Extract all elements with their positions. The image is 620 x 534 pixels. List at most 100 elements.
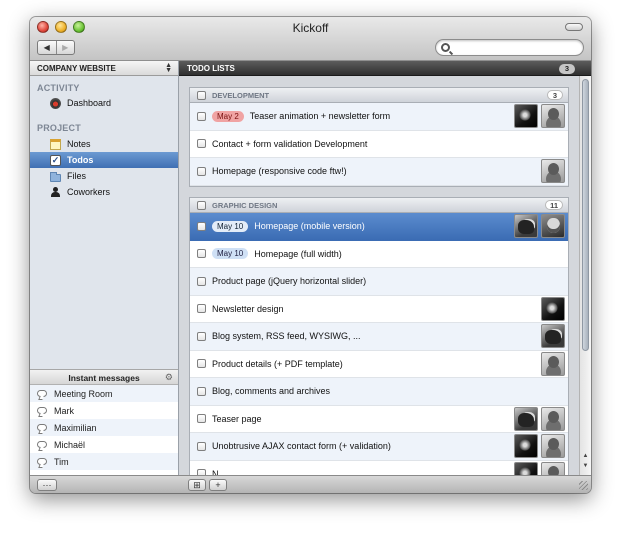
todo-row[interactable]: Product page (jQuery horizontal slider) (190, 268, 568, 296)
project-selector[interactable]: COMPANY WEBSITE ▲ ▼ (30, 61, 178, 76)
history-nav: ◀ ▶ (37, 40, 75, 55)
todo-row[interactable]: Newsletter design (190, 296, 568, 323)
im-contact[interactable]: Meeting Room (30, 385, 178, 402)
assignee-avatars (514, 214, 565, 238)
todo-row[interactable]: Contact + form validation Development (190, 131, 568, 158)
search-input[interactable] (454, 41, 579, 54)
resize-grip-icon[interactable] (579, 481, 588, 490)
titlebar: Kickoff ◀ ▶ (30, 17, 591, 61)
todo-list-header[interactable]: DEVELOPMENT 3 (190, 88, 568, 103)
notes-icon (50, 138, 61, 150)
todo-row[interactable]: Blog system, RSS feed, WYSIWG, ... (190, 323, 568, 351)
avatar[interactable] (541, 324, 565, 348)
sidebar-item-coworkers[interactable]: Coworkers (30, 184, 178, 200)
add-list-button[interactable]: ⊞ (188, 479, 206, 491)
assignee-avatars (541, 351, 565, 376)
todo-checkbox[interactable] (197, 139, 206, 149)
todo-row[interactable]: May 2 Teaser animation + newsletter form (190, 103, 568, 131)
list-checkbox[interactable] (197, 91, 206, 100)
sidebar-item-files[interactable]: Files (30, 168, 178, 184)
avatar[interactable] (541, 406, 565, 431)
chat-bubble-icon (37, 390, 47, 397)
back-arrow-icon[interactable]: ◀ (38, 41, 56, 54)
instant-messages-title: Instant messages (68, 373, 140, 383)
todo-checkbox[interactable] (197, 386, 206, 396)
sidebar-item-label: Dashboard (67, 98, 112, 108)
assignee-avatars (514, 406, 565, 431)
assignee-avatars (541, 159, 565, 183)
todo-row[interactable]: Homepage (responsive code ftw!) (190, 158, 568, 186)
todo-list-development: DEVELOPMENT 3 May 2 Teaser animation + news… (189, 87, 569, 187)
search-field[interactable] (435, 39, 584, 56)
todo-checkbox[interactable] (197, 441, 206, 451)
todo-row[interactable]: Blog, comments and archives (190, 378, 568, 406)
sidebar-item-dashboard[interactable]: Dashboard (30, 95, 178, 111)
vertical-scrollbar[interactable]: ▲ ▼ (579, 76, 591, 475)
avatar[interactable] (514, 461, 538, 475)
todo-count-badge: 3 (547, 90, 563, 100)
todo-row[interactable]: Product details (+ PDF template) (190, 351, 568, 378)
todo-checkbox[interactable] (197, 249, 206, 259)
avatar[interactable] (541, 296, 565, 321)
sidebar-options-button[interactable]: ⋯ (37, 479, 57, 491)
avatar[interactable] (541, 159, 565, 183)
todo-text: Contact + form validation Development (212, 138, 368, 149)
im-contact[interactable]: Tim (30, 453, 178, 470)
todo-checkbox[interactable] (197, 414, 206, 424)
scroll-down-arrow-icon[interactable]: ▼ (580, 463, 591, 469)
todo-checkbox[interactable] (197, 304, 206, 314)
sidebar-item-notes[interactable]: Notes (30, 136, 178, 152)
instant-messages-panel: Instant messages ⚙ Meeting Room Mark Maxim… (30, 369, 178, 475)
app-window: Kickoff ◀ ▶ COMPANY WEBSITE ▲ ▼ ACTIVITY … (30, 17, 591, 493)
todo-count-badge: 11 (545, 200, 563, 210)
im-list: Meeting Room Mark Maximilian Michaël Tim (30, 385, 178, 470)
sidebar-item-label: Files (67, 171, 87, 181)
im-contact[interactable]: Mark (30, 402, 178, 419)
todo-row[interactable]: N... (190, 461, 568, 475)
list-checkbox[interactable] (197, 201, 206, 210)
gear-icon[interactable]: ⚙ (165, 372, 173, 383)
person-icon (50, 186, 61, 198)
avatar[interactable] (514, 434, 538, 458)
project-heading: PROJECT (37, 123, 81, 133)
sidebar-item-todos[interactable]: ✓ Todos (30, 152, 178, 168)
todo-checkbox[interactable] (197, 276, 206, 286)
todo-row[interactable]: Unobtrusive AJAX contact form (+ validat… (190, 433, 568, 461)
scrollbar-thumb[interactable] (582, 79, 589, 351)
todo-row[interactable]: May 10 Homepage (mobile version) (190, 213, 568, 241)
avatar[interactable] (541, 461, 565, 475)
todo-row[interactable]: Teaser page (190, 406, 568, 433)
todo-list-header[interactable]: GRAPHIC DESIGN 11 (190, 198, 568, 213)
add-todo-button[interactable]: + (209, 479, 227, 491)
sidebar-item-label: Coworkers (67, 187, 111, 197)
project-list: Notes ✓ Todos Files Coworkers (30, 136, 178, 200)
im-contact-name: Mark (54, 405, 74, 416)
todo-text: Newsletter design (212, 303, 284, 314)
activity-list: Dashboard (30, 95, 178, 111)
todo-text: Homepage (full width) (254, 248, 342, 259)
todo-checkbox[interactable] (197, 111, 206, 121)
im-contact[interactable]: Michaël (30, 436, 178, 453)
todo-checkbox[interactable] (197, 359, 206, 369)
todo-list-graphic-design: GRAPHIC DESIGN 11 May 10 Homepage (mobile v… (189, 197, 569, 475)
avatar[interactable] (514, 104, 538, 128)
avatar[interactable] (541, 214, 565, 238)
scroll-up-arrow-icon[interactable]: ▲ (580, 453, 591, 459)
todo-row[interactable]: May 10 Homepage (full width) (190, 241, 568, 268)
todo-checkbox[interactable] (197, 166, 206, 176)
forward-arrow-icon[interactable]: ▶ (55, 41, 75, 54)
avatar[interactable] (541, 104, 565, 128)
todos-checkbox-icon: ✓ (50, 154, 61, 166)
instant-messages-header: Instant messages ⚙ (30, 370, 178, 385)
avatar[interactable] (514, 214, 538, 238)
chat-bubble-icon (37, 424, 47, 431)
lists-count-badge: 3 (559, 64, 575, 74)
todo-checkbox[interactable] (197, 221, 206, 231)
avatar[interactable] (541, 351, 565, 376)
avatar[interactable] (541, 434, 565, 458)
todo-checkbox[interactable] (197, 331, 206, 341)
todo-text: Product page (jQuery horizontal slider) (212, 276, 367, 287)
toolbar-toggle-button[interactable] (565, 23, 583, 31)
avatar[interactable] (514, 406, 538, 431)
im-contact[interactable]: Maximilian (30, 419, 178, 436)
